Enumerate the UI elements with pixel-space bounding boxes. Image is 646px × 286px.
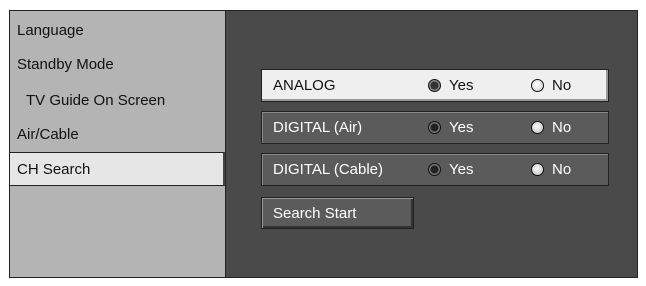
digital-cable-yes-option[interactable]: Yes (428, 161, 473, 178)
digital-cable-no-option[interactable]: No (531, 161, 571, 178)
sidebar-item-ch-search[interactable]: CH Search (10, 152, 225, 186)
search-start-button[interactable]: Search Start (261, 197, 414, 229)
settings-sidebar: Language Standby Mode TV Guide On Screen… (10, 11, 226, 277)
analog-no-option[interactable]: No (531, 77, 571, 94)
digital-cable-no-label: No (552, 161, 572, 178)
analog-row[interactable]: ANALOG Yes No (261, 69, 609, 102)
sidebar-item-label: CH Search (17, 160, 91, 178)
sidebar-item-label: TV Guide On Screen (26, 91, 166, 109)
sidebar-item-label: Standby Mode (17, 55, 114, 73)
sidebar-item-tv-guide-on-screen[interactable]: TV Guide On Screen (10, 83, 225, 117)
ch-search-panel: ANALOG Yes No DIGITAL (Air) Yes No DIGIT… (225, 11, 637, 277)
sidebar-item-label: Air/Cable (17, 125, 79, 143)
digital-air-yes-option[interactable]: Yes (428, 119, 473, 136)
digital-air-row[interactable]: DIGITAL (Air) Yes No (261, 111, 609, 144)
digital-air-label: DIGITAL (Air) (273, 119, 363, 136)
sidebar-item-label: Language (17, 21, 84, 39)
digital-air-yes-label: Yes (449, 119, 474, 136)
radio-selected-icon (428, 121, 441, 134)
radio-unselected-icon (531, 79, 544, 92)
digital-air-no-option[interactable]: No (531, 119, 571, 136)
radio-selected-icon (428, 79, 441, 92)
digital-cable-row[interactable]: DIGITAL (Cable) Yes No (261, 153, 609, 186)
sidebar-item-air-cable[interactable]: Air/Cable (10, 117, 225, 151)
sidebar-item-language[interactable]: Language (10, 13, 225, 47)
radio-unselected-icon (531, 121, 544, 134)
sidebar-item-standby-mode[interactable]: Standby Mode (10, 47, 225, 81)
analog-no-label: No (552, 77, 572, 94)
analog-label: ANALOG (273, 77, 336, 94)
settings-window: Language Standby Mode TV Guide On Screen… (9, 10, 638, 278)
digital-cable-label: DIGITAL (Cable) (273, 161, 384, 178)
analog-yes-option[interactable]: Yes (428, 77, 473, 94)
radio-selected-icon (428, 163, 441, 176)
digital-cable-yes-label: Yes (449, 161, 474, 178)
analog-yes-label: Yes (449, 77, 474, 94)
digital-air-no-label: No (552, 119, 572, 136)
radio-unselected-icon (531, 163, 544, 176)
